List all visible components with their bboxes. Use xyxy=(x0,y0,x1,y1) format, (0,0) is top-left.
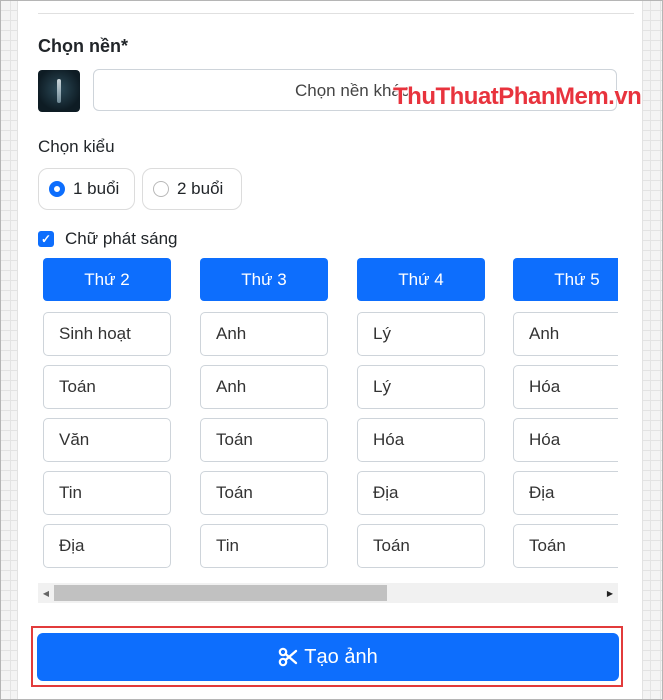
background-thumbnail[interactable] xyxy=(38,70,80,112)
subject-input[interactable]: Toán xyxy=(513,524,618,568)
day-header: Thứ 3 xyxy=(200,258,328,301)
style-option-2-sessions[interactable]: 2 buổi xyxy=(142,168,242,210)
background-title: Chọn nền* xyxy=(38,36,128,56)
style-option-label: 1 buổi xyxy=(73,179,120,198)
subject-input[interactable]: Toán xyxy=(200,471,328,515)
subject-input[interactable]: Văn xyxy=(43,418,171,462)
radio-unchecked-icon[interactable] xyxy=(153,181,169,197)
window-frame: Chọn nền* Chọn nền khác ThuThuatPhanMem.… xyxy=(0,0,663,700)
subject-input[interactable]: Anh xyxy=(200,365,328,409)
subject-input[interactable]: Địa xyxy=(513,471,618,515)
subject-input[interactable]: Sinh hoạt xyxy=(43,312,171,356)
subject-input[interactable]: Toán xyxy=(43,365,171,409)
subject-input[interactable]: Địa xyxy=(43,524,171,568)
scroll-right-arrow-icon[interactable]: ▶ xyxy=(602,583,618,603)
subject-input[interactable]: Hóa xyxy=(513,365,618,409)
glow-text-label: Chữ phát sáng xyxy=(65,229,178,248)
create-button-label: Tạo ảnh xyxy=(304,645,378,668)
schedule-table: Thứ 2 Sinh hoạt Toán Văn Tin Địa Thứ 3 A… xyxy=(38,256,618,576)
form-card: Chọn nền* Chọn nền khác ThuThuatPhanMem.… xyxy=(17,1,643,699)
subject-input[interactable]: Anh xyxy=(513,312,618,356)
site-watermark: ThuThuatPhanMem.vn xyxy=(393,83,642,110)
subject-input[interactable]: Lý xyxy=(357,312,485,356)
day-header: Thứ 2 xyxy=(43,258,171,301)
radio-checked-icon[interactable] xyxy=(49,181,65,197)
subject-input[interactable]: Tin xyxy=(43,471,171,515)
subject-input[interactable]: Toán xyxy=(357,524,485,568)
subject-input[interactable]: Toán xyxy=(200,418,328,462)
create-image-button[interactable]: Tạo ảnh xyxy=(37,633,619,681)
horizontal-scrollbar[interactable]: ◀ ▶ xyxy=(38,583,618,603)
subject-input[interactable]: Lý xyxy=(357,365,485,409)
divider xyxy=(38,13,634,14)
scrollbar-thumb[interactable] xyxy=(54,585,387,601)
glow-text-checkbox-row[interactable]: ✓ Chữ phát sáng xyxy=(38,229,178,249)
day-header: Thứ 4 xyxy=(357,258,485,301)
day-header: Thứ 5 xyxy=(513,258,618,301)
subject-input[interactable]: Hóa xyxy=(357,418,485,462)
checkbox-checked-icon[interactable]: ✓ xyxy=(38,231,54,247)
subject-input[interactable]: Tin xyxy=(200,524,328,568)
subject-input[interactable]: Địa xyxy=(357,471,485,515)
style-option-label: 2 buổi xyxy=(177,179,224,198)
scroll-left-arrow-icon[interactable]: ◀ xyxy=(38,583,54,603)
style-option-1-session[interactable]: 1 buổi xyxy=(38,168,135,210)
subject-input[interactable]: Anh xyxy=(200,312,328,356)
subject-input[interactable]: Hóa xyxy=(513,418,618,462)
style-label: Chọn kiểu xyxy=(38,137,115,156)
scissors-icon xyxy=(278,647,298,667)
